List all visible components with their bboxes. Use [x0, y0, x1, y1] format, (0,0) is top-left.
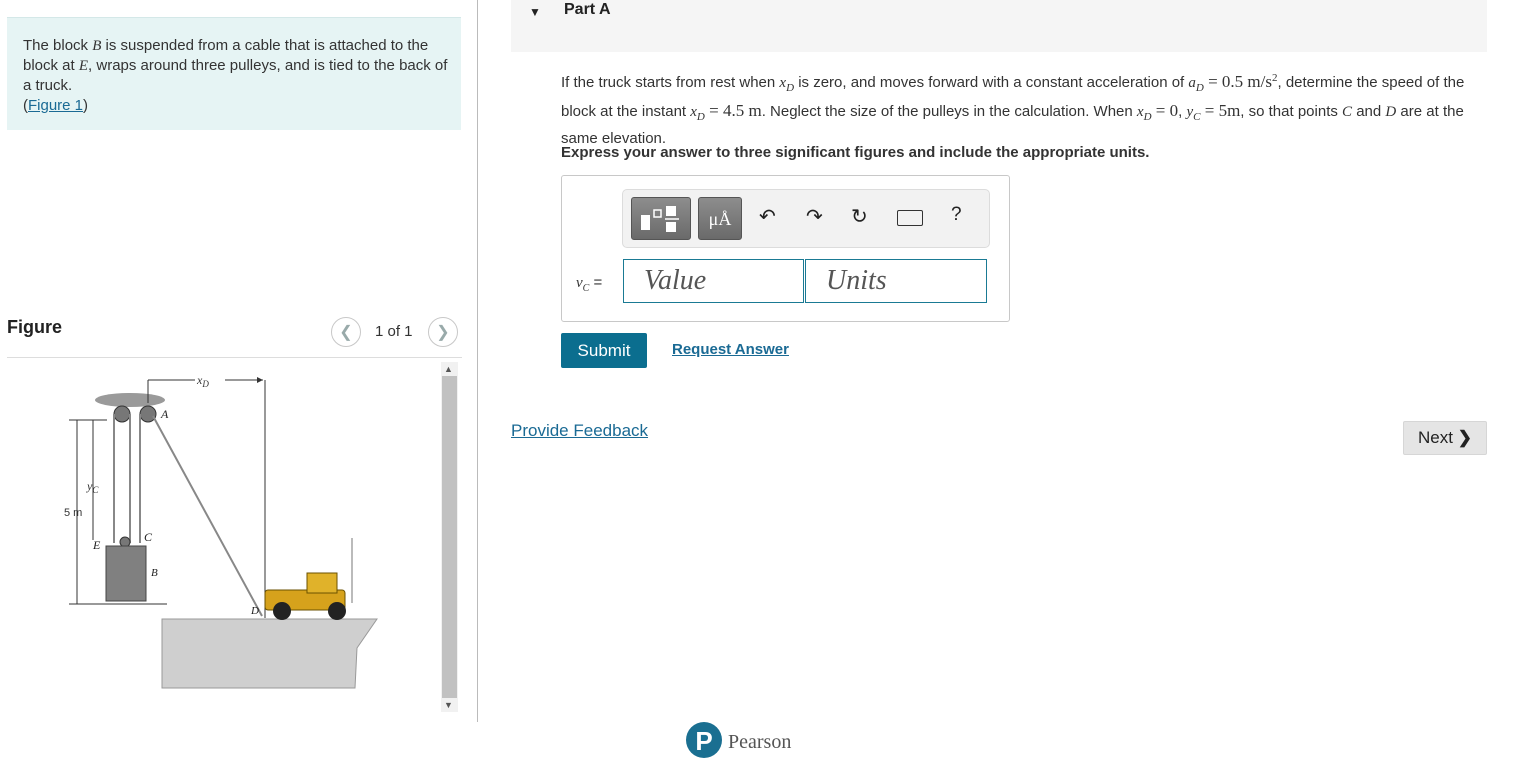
chevron-right-icon: ❯ [1457, 428, 1472, 447]
figure-link-close: ) [83, 97, 89, 114]
pulley-truck-diagram: xD A yC 5 m E C B D [64, 373, 378, 689]
submit-button[interactable]: Submit [561, 333, 647, 368]
label-e: E [92, 538, 101, 552]
templates-button[interactable] [631, 197, 691, 240]
label-a: A [160, 407, 169, 421]
var-xd: xD [779, 75, 795, 94]
part-header[interactable]: ▼ Part A [511, 0, 1487, 52]
var-xd-3: xD = 0 [1136, 100, 1179, 123]
problem-text: The block B is suspended from a cable th… [23, 36, 453, 116]
ceiling-mount [95, 393, 165, 407]
pearson-brand-text: Pearson [728, 731, 792, 753]
xd-label: xD [196, 373, 209, 389]
var-xd-2: xD = 4.5 m [690, 100, 762, 123]
left-panel: The block B is suspended from a cable th… [0, 0, 478, 748]
block-b [105, 545, 147, 602]
q-text-6: , so that points [1240, 102, 1343, 120]
triangle-down-icon[interactable]: ▼ [529, 5, 541, 19]
problem-text-1: The block [23, 37, 93, 54]
scrollbar-thumb[interactable] [442, 376, 457, 698]
figure-prev-button[interactable]: ❮ [331, 317, 361, 347]
answer-box: μÅ ↶ ↷ ↻ ? vC = [561, 175, 1010, 322]
answer-variable-label: vC = [576, 274, 603, 294]
figure-image: xD A yC 5 m E C B D [7, 358, 439, 718]
chevron-left-icon: ❮ [339, 324, 353, 341]
figure-link[interactable]: Figure 1 [28, 97, 83, 114]
redo-icon[interactable]: ↷ [806, 204, 823, 229]
cable-to-truck [152, 415, 263, 617]
figure-title: Figure [7, 317, 63, 337]
chevron-right-icon: ❯ [436, 324, 450, 341]
five-m-label: 5 m [64, 507, 82, 519]
next-button[interactable]: Next ❯ [1403, 421, 1487, 455]
value-input[interactable] [623, 259, 804, 303]
label-d: D [250, 605, 259, 617]
math-toolbar: μÅ ↶ ↷ ↻ ? [622, 189, 990, 248]
figure-scrollbar[interactable]: ▲ ▼ [441, 362, 458, 712]
panel-divider [477, 0, 478, 722]
truck-wheel-rear [273, 602, 291, 620]
part-title: Part A [564, 1, 611, 18]
var-c: C [1342, 103, 1353, 120]
help-button[interactable]: ? [951, 204, 962, 226]
problem-statement: The block B is suspended from a cable th… [7, 17, 461, 130]
scroll-down-icon[interactable]: ▼ [444, 700, 453, 710]
label-b: B [151, 567, 158, 579]
units-button[interactable]: μÅ [698, 197, 742, 240]
templates-icon [641, 206, 679, 232]
truck-cab [306, 572, 338, 594]
undo-icon[interactable]: ↶ [759, 204, 776, 229]
q-text-4: . Neglect the size of the pulleys in the… [761, 102, 1137, 120]
reset-icon[interactable]: ↻ [851, 204, 868, 229]
instruction-text: Express your answer to three significant… [561, 144, 1150, 161]
question-text: If the truck starts from rest when xD is… [561, 68, 1486, 150]
xd-arrowhead [257, 377, 263, 383]
var-e: E [78, 58, 89, 74]
figure-next-button[interactable]: ❯ [428, 317, 458, 347]
var-d: D [1385, 103, 1397, 120]
keyboard-icon[interactable] [897, 210, 923, 226]
var-b: B [92, 38, 102, 54]
q-text-2: is zero, and moves forward with a consta… [794, 74, 1189, 91]
units-input[interactable] [805, 259, 987, 303]
request-answer-link[interactable]: Request Answer [672, 341, 789, 358]
figure-counter: 1 of 1 [375, 323, 413, 340]
var-yc: yC = 5m [1186, 100, 1241, 123]
scroll-up-icon[interactable]: ▲ [444, 364, 453, 374]
truck-wheel-front [328, 602, 346, 620]
label-c: C [144, 530, 153, 544]
pulley-top-right [139, 405, 157, 423]
next-label: Next [1418, 428, 1453, 447]
ground [161, 618, 378, 689]
pearson-logo: P [686, 722, 722, 758]
pulley-top-left [113, 405, 131, 423]
provide-feedback-link[interactable]: Provide Feedback [511, 421, 648, 441]
q-text-7: and [1352, 102, 1386, 120]
var-ad: aD = 0.5 m/s2 [1188, 72, 1278, 94]
q-text-1: If the truck starts from rest when [561, 74, 780, 91]
